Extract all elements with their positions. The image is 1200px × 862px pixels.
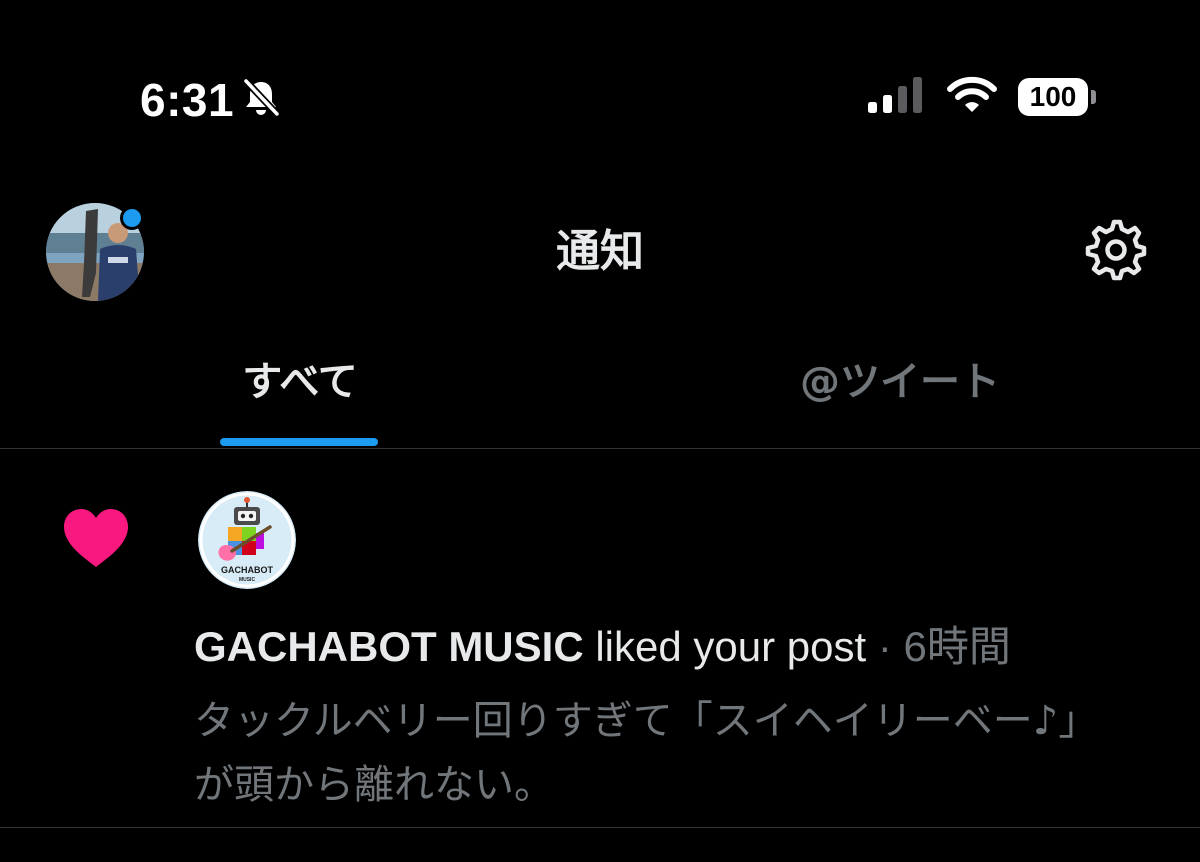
gear-icon — [1085, 219, 1147, 285]
status-right: 100 — [866, 76, 1096, 118]
notification-action: liked your post — [595, 623, 867, 670]
gachabot-logo-subtext: MUSIC — [239, 577, 256, 583]
notification-tabs: すべて @ツイート — [0, 330, 1200, 448]
notification-item[interactable]: GACHABOT MUSIC GACHABOT MUSIC liked your… — [0, 449, 1200, 827]
status-time: 6:31 — [140, 74, 235, 126]
battery-cap — [1091, 90, 1096, 104]
notification-headline: GACHABOT MUSIC liked your post · 6時間 — [194, 619, 1154, 675]
notification-post-snippet: タックルベリー回りすぎて「スイヘイリーベー♪」が頭から離れない。 — [194, 698, 1099, 808]
notification-divider — [0, 827, 1200, 828]
wifi-icon — [946, 76, 998, 118]
settings-button[interactable] — [1080, 219, 1152, 285]
header: 通知 — [0, 190, 1200, 310]
signal-icon — [866, 76, 926, 118]
battery-icon: 100 — [1018, 76, 1096, 118]
status-time-group: 6:31 — [140, 72, 282, 128]
gachabot-avatar[interactable]: GACHABOT MUSIC — [198, 491, 296, 589]
tab-mentions[interactable]: @ツイート — [740, 352, 1060, 422]
notification-time: 6時間 — [903, 623, 1011, 670]
notification-actor[interactable]: GACHABOT MUSIC — [194, 623, 584, 670]
bell-slash-icon — [240, 77, 282, 123]
status-bar: 6:31 100 — [0, 0, 1200, 190]
heart-icon — [62, 507, 130, 569]
notification-separator: · — [877, 623, 892, 670]
page-title: 通知 — [556, 226, 644, 277]
tab-selected-indicator — [220, 438, 378, 446]
battery-level: 100 — [1018, 78, 1088, 116]
gachabot-logo-text: GACHABOT — [221, 565, 273, 575]
tab-all[interactable]: すべて — [200, 352, 400, 422]
